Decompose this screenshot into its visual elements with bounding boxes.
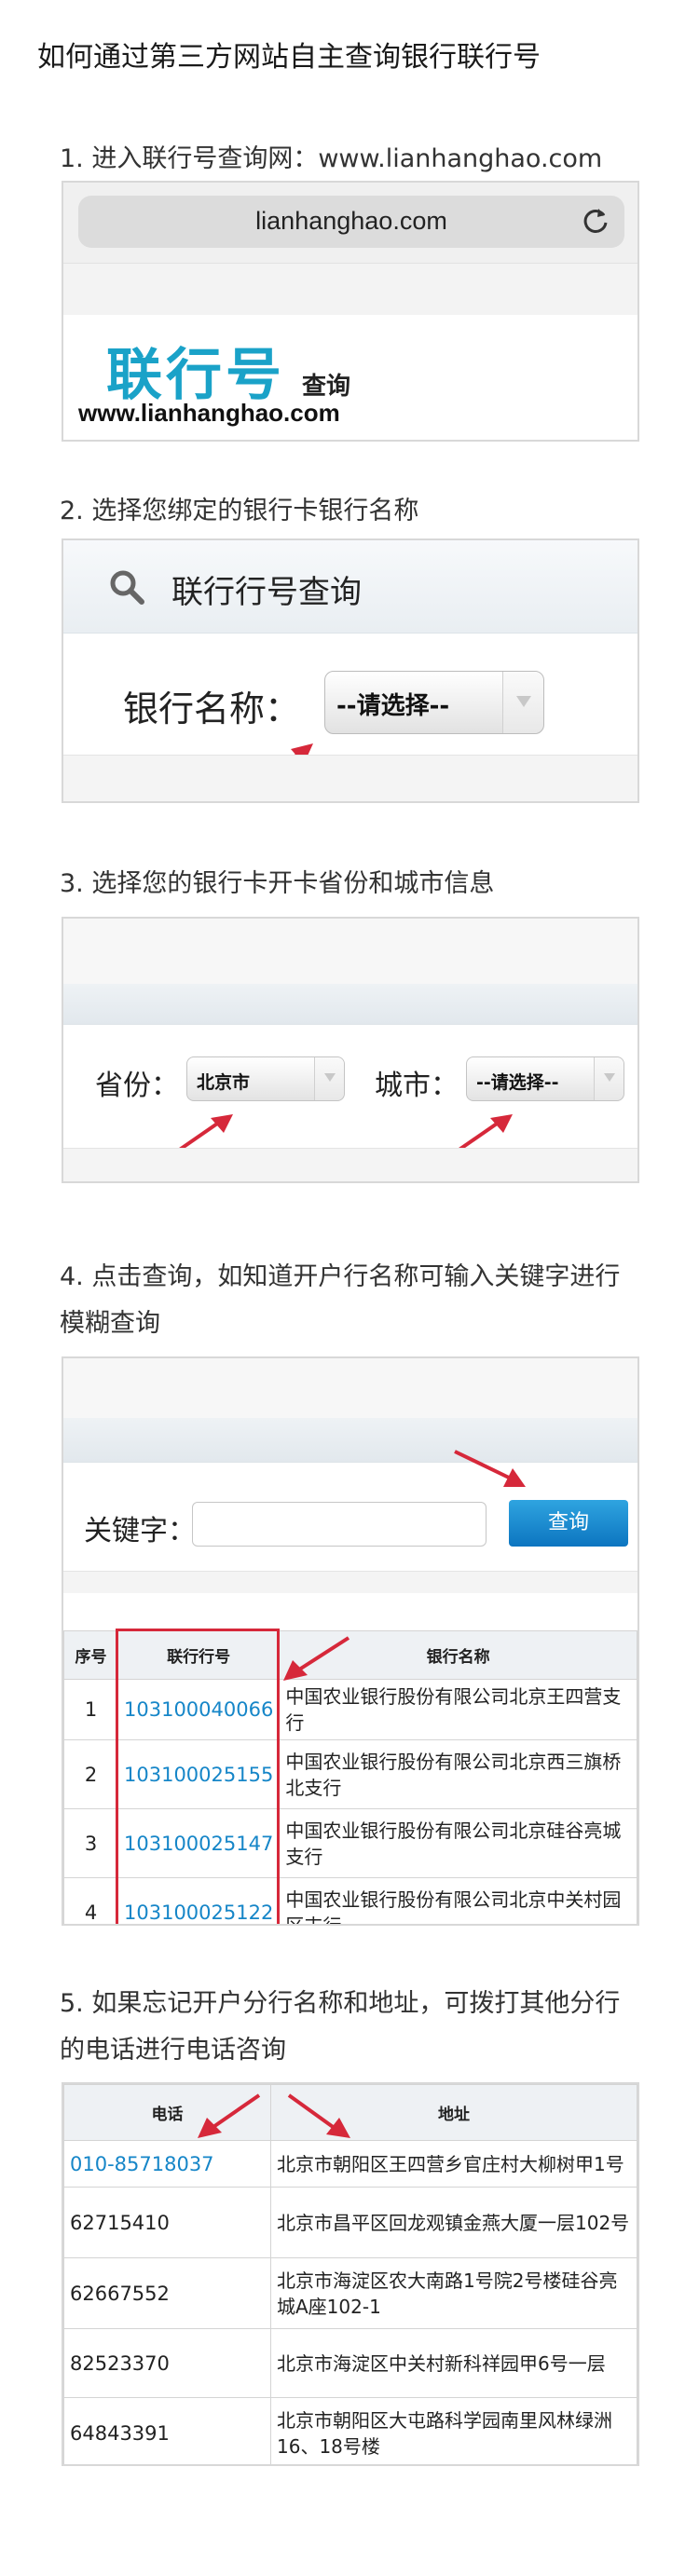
query-header: 联行行号查询 [63,540,637,634]
region-header-strip [63,984,637,1025]
site-logo-url: www.lianhanghao.com [78,399,340,427]
bank-name: 中国农业银行股份有限公司北京中关村园区支行 [279,1877,637,1924]
step-1-screenshot: lianhanghao.com 联行号 查询 www.lianhanghao.c… [62,181,639,442]
search-divider [63,1571,637,1593]
branch-address: 北京市海淀区中关村新科祥园甲6号一层 [270,2328,637,2398]
bank-name-label: 银行名称： [123,688,301,729]
branch-address: 北京市海淀区农大南路1号院2号楼硅谷亮城A座102-1 [270,2257,637,2329]
phone-number: 62667552 [63,2257,271,2329]
form-footer [63,755,637,801]
step-4-screenshot: 关键字： 查询 序号 联行行号 银行名称 1 103100040066 中国农业… [62,1356,639,1926]
chevron-down-icon [314,1057,344,1100]
region-header-band [63,919,637,984]
row-number: 3 [63,1808,118,1878]
address-url: lianhanghao.com [255,207,447,235]
step-5-text-line1: 5. 如果忘记开户分行名称和地址，可拨打其他分行 [60,1989,621,2018]
step-4-text-line1: 4. 点击查询，如知道开户行名称可输入关键字进行 [60,1262,621,1291]
row-number: 1 [63,1679,118,1740]
phone-number: 82523370 [63,2328,271,2398]
column-header: 序号 [63,1630,118,1680]
reload-icon[interactable] [580,205,611,237]
bank-name: 中国农业银行股份有限公司北京西三旗桥北支行 [279,1739,637,1809]
keyword-label: 关键字： [84,1515,196,1547]
phone-link[interactable]: 010-85718037 [63,2140,271,2188]
step-1-text: 1. 进入联行号查询网：www.lianhanghao.com [60,144,603,173]
table-row: 82523370 北京市海淀区中关村新科祥园甲6号一层 [63,2328,637,2398]
chevron-down-icon [502,672,543,733]
step-2-screenshot: 联行行号查询 银行名称： --请选择-- [62,538,639,803]
red-arrow-icon [198,2093,261,2138]
province-label: 省份： [95,1070,179,1102]
province-select-value: 北京市 [197,1072,251,1093]
phone-number: 62715410 [63,2187,271,2258]
bank-select-value: --请选择-- [336,692,450,720]
row-number: 4 [63,1877,118,1924]
toolbar-strip [63,263,637,315]
bank-select[interactable]: --请选择-- [324,671,544,734]
step-2-text: 2. 选择您绑定的银行卡银行名称 [60,497,419,525]
branch-address: 北京市朝阳区王四营乡官庄村大柳树甲1号 [270,2140,637,2188]
query-title: 联行行号查询 [171,574,362,611]
chevron-down-icon [594,1057,624,1100]
step-3-text: 3. 选择您的银行卡开卡省份和城市信息 [60,869,495,898]
step-5-screenshot: 电话 地址 010-85718037 北京市朝阳区王四营乡官庄村大柳树甲1号 6… [62,2082,639,2466]
step-5-text-line2: 的电话进行电话咨询 [60,2036,286,2065]
branch-address: 北京市昌平区回龙观镇金燕大厦一层102号 [270,2187,637,2258]
city-select-value: --请选择-- [476,1072,559,1093]
address-bar[interactable]: lianhanghao.com [78,196,624,248]
province-select[interactable]: 北京市 [186,1056,345,1101]
article-title: 如何通过第三方网站自主查询银行联行号 [37,41,541,74]
row-number: 2 [63,1739,118,1809]
table-row: 010-85718037 北京市朝阳区王四营乡官庄村大柳树甲1号 [63,2140,637,2188]
city-select[interactable]: --请选择-- [466,1056,624,1101]
bank-name: 中国农业银行股份有限公司北京王四营支行 [279,1679,637,1740]
search-header-band [63,1358,637,1418]
table-row: 62715410 北京市昌平区回龙观镇金燕大厦一层102号 [63,2187,637,2258]
red-arrow-icon [454,1450,526,1487]
browser-toolbar: lianhanghao.com [63,183,637,263]
site-logo-subtitle: 查询 [302,373,351,401]
table-row: 64843391 北京市朝阳区大屯路科学园南里风林绿洲16、18号楼 [63,2397,637,2464]
red-arrow-icon [287,2093,350,2138]
query-button[interactable]: 查询 [509,1500,628,1547]
search-icon [110,570,144,605]
phone-number: 64843391 [63,2397,271,2464]
step-3-screenshot: 省份： 北京市 城市： --请选择-- [62,917,639,1183]
red-arrow-icon [283,1636,350,1681]
highlight-box [116,1629,280,1924]
search-header-strip [63,1418,637,1463]
bank-name: 中国农业银行股份有限公司北京硅谷亮城支行 [279,1808,637,1878]
table-row: 62667552 北京市海淀区农大南路1号院2号楼硅谷亮城A座102-1 [63,2257,637,2329]
city-label: 城市： [375,1070,459,1102]
branch-address: 北京市朝阳区大屯路科学园南里风林绿洲16、18号楼 [270,2397,637,2464]
region-footer [63,1148,637,1181]
keyword-input[interactable] [192,1502,487,1547]
step-4-text-line2: 模糊查询 [60,1309,160,1338]
